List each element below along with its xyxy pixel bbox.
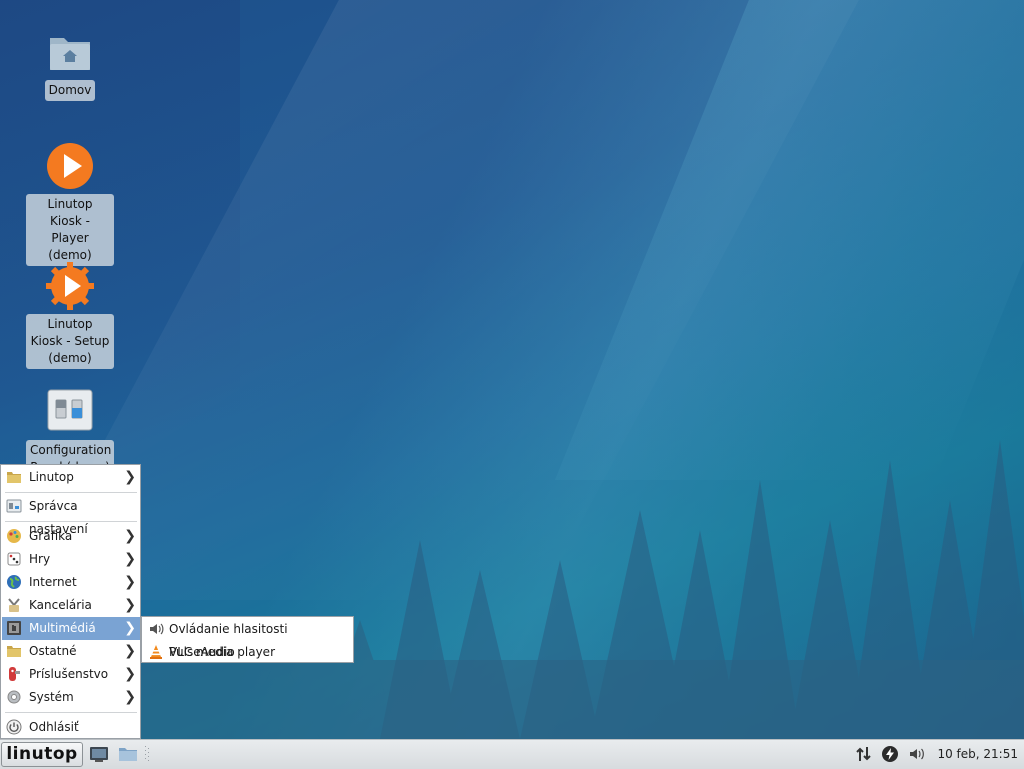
start-menu-button[interactable]: Linutop — [1, 742, 83, 767]
menu-item-system[interactable]: Systém ❯ — [2, 686, 140, 709]
chevron-right-icon: ❯ — [124, 551, 136, 567]
desktop-icon-label: Linutop Kiosk - Setup (demo) — [26, 314, 114, 369]
volume-icon[interactable] — [908, 745, 926, 763]
file-manager-icon[interactable] — [118, 745, 138, 763]
internet-globe-icon — [6, 574, 22, 590]
settings-manager-icon — [6, 498, 22, 514]
configuration-panel-icon — [46, 388, 94, 436]
menu-item-label: Linutop — [29, 470, 74, 484]
network-updown-icon[interactable] — [855, 745, 873, 763]
menu-item-other[interactable]: Ostatné ❯ — [2, 640, 140, 663]
speaker-icon — [148, 621, 164, 637]
menu-item-label: Systém — [29, 690, 74, 704]
menu-item-multimedia[interactable]: Multimédiá ❯ — [2, 617, 140, 640]
menu-item-internet[interactable]: Internet ❯ — [2, 571, 140, 594]
menu-separator — [5, 492, 137, 493]
menu-separator — [5, 521, 137, 522]
menu-item-graphics[interactable]: Grafika ❯ — [2, 525, 140, 548]
menu-item-label: Grafika — [29, 529, 73, 543]
desktop-icon-label: Domov — [44, 80, 96, 101]
office-icon — [6, 597, 22, 613]
chevron-right-icon: ❯ — [124, 689, 136, 705]
chevron-right-icon: ❯ — [124, 597, 136, 613]
menu-item-label: Internet — [29, 575, 77, 589]
chevron-right-icon: ❯ — [124, 469, 136, 485]
logout-power-icon — [6, 719, 22, 735]
desktop-icon-home[interactable]: Domov — [25, 28, 115, 101]
submenu-item-label: VLC media player — [169, 645, 276, 659]
chevron-right-icon: ❯ — [124, 643, 136, 659]
multimedia-submenu: Ovládanie hlasitosti PulseAudio VLC medi… — [141, 616, 354, 663]
menu-item-accessories[interactable]: Príslušenstvo ❯ — [2, 663, 140, 686]
kiosk-setup-icon — [46, 262, 94, 310]
desktop-icon-kiosk-setup[interactable]: Linutop Kiosk - Setup (demo) — [25, 262, 115, 369]
menu-item-linutop[interactable]: Linutop ❯ — [2, 466, 140, 489]
menu-item-label: Ostatné — [29, 644, 77, 658]
menu-item-settings-manager[interactable]: Správca nastavení — [2, 495, 140, 536]
menu-item-label: Multimédiá — [29, 621, 96, 635]
games-icon — [6, 551, 22, 567]
power-manager-icon[interactable] — [881, 745, 899, 763]
kiosk-player-icon — [46, 142, 94, 190]
desktop-icon-kiosk-player[interactable]: Linutop Kiosk - Player (demo) — [25, 142, 115, 266]
applications-menu: Linutop ❯ Správca nastavení Grafika ❯ Hr… — [0, 464, 141, 739]
desktop-icon-label: Linutop Kiosk - Player (demo) — [26, 194, 114, 266]
menu-item-games[interactable]: Hry ❯ — [2, 548, 140, 571]
accessories-icon — [6, 666, 22, 682]
other-folder-icon — [6, 643, 22, 659]
chevron-right-icon: ❯ — [124, 666, 136, 682]
multimedia-icon — [6, 620, 22, 636]
submenu-item-pulseaudio-volume[interactable]: Ovládanie hlasitosti PulseAudio — [143, 618, 353, 659]
chevron-right-icon: ❯ — [124, 528, 136, 544]
menu-item-label: Hry — [29, 552, 51, 566]
chevron-right-icon: ❯ — [124, 620, 136, 636]
menu-item-label: Príslušenstvo — [29, 667, 109, 681]
graphics-icon — [6, 528, 22, 544]
show-desktop-icon[interactable] — [89, 745, 109, 763]
home-folder-icon — [46, 28, 94, 76]
system-gear-icon — [6, 689, 22, 705]
wallpaper-forest — [140, 440, 1024, 739]
menu-item-office[interactable]: Kancelária ❯ — [2, 594, 140, 617]
menu-separator — [5, 712, 137, 713]
menu-item-logout[interactable]: Odhlásiť — [2, 716, 140, 739]
vlc-cone-icon — [148, 644, 164, 660]
menu-item-label: Kancelária — [29, 598, 92, 612]
linutop-folder-icon — [6, 469, 22, 485]
taskbar: Linutop 10 feb, 21:51 — [0, 739, 1024, 769]
clock[interactable]: 10 feb, 21:51 — [937, 740, 1018, 769]
submenu-item-vlc[interactable]: VLC media player — [143, 641, 353, 664]
chevron-right-icon: ❯ — [124, 574, 136, 590]
menu-item-label: Odhlásiť — [29, 720, 79, 734]
panel-separator-handle — [144, 745, 150, 763]
